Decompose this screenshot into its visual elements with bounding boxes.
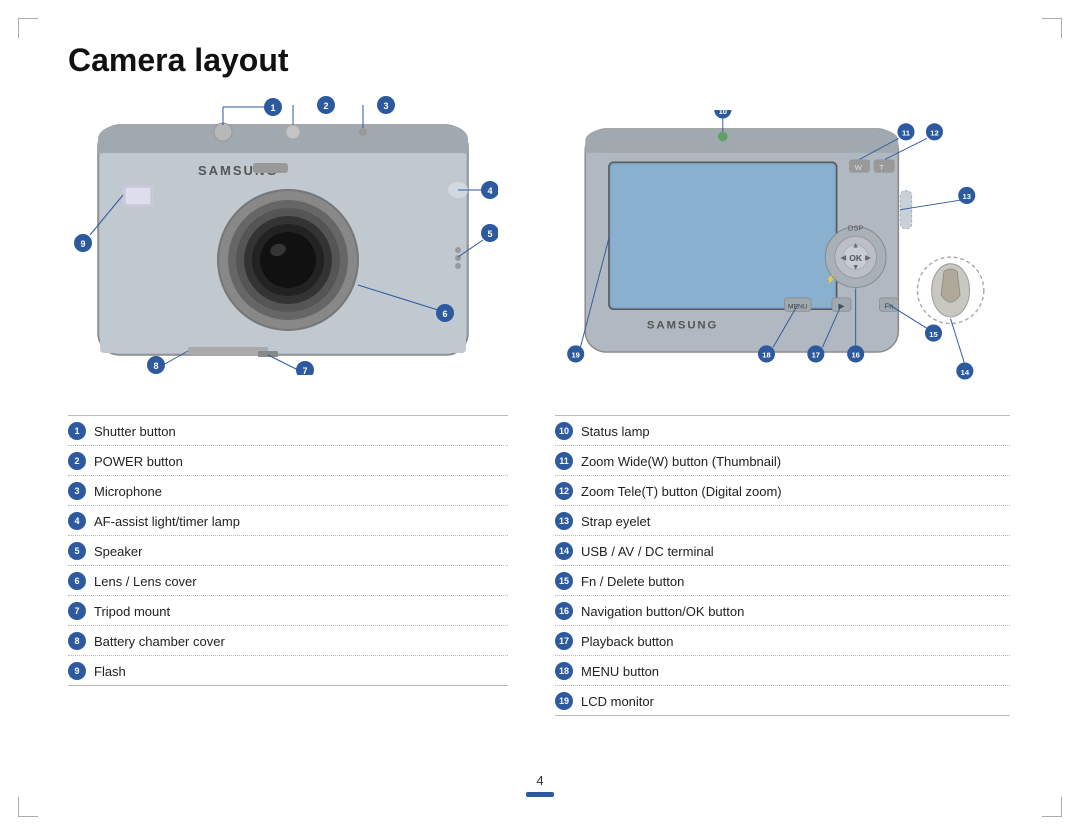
svg-text:T: T — [879, 163, 884, 172]
svg-text:4: 4 — [487, 186, 492, 196]
svg-text:2: 2 — [323, 101, 328, 111]
label-text: Navigation button/OK button — [581, 604, 744, 619]
svg-text:6: 6 — [442, 309, 447, 319]
svg-text:12: 12 — [930, 129, 938, 138]
camera-front-illustration: SAMSUNG 1 2 3 — [68, 95, 498, 375]
label-text: AF-assist light/timer lamp — [94, 514, 240, 529]
svg-text:▼: ▼ — [852, 262, 860, 271]
svg-text:10: 10 — [719, 110, 727, 116]
svg-text:18: 18 — [762, 351, 770, 360]
label-row: 14 USB / AV / DC terminal — [555, 536, 1010, 566]
label-badge: 3 — [68, 482, 86, 500]
label-badge: 4 — [68, 512, 86, 530]
label-badge: 8 — [68, 632, 86, 650]
label-badge: 16 — [555, 602, 573, 620]
label-badge: 5 — [68, 542, 86, 560]
page-number-text: 4 — [536, 773, 543, 788]
label-badge: 7 — [68, 602, 86, 620]
label-row: 11 Zoom Wide(W) button (Thumbnail) — [555, 446, 1010, 476]
label-text: Zoom Wide(W) button (Thumbnail) — [581, 454, 781, 469]
label-badge: 14 — [555, 542, 573, 560]
svg-text:15: 15 — [929, 330, 937, 339]
svg-text:1: 1 — [270, 103, 275, 113]
label-row: 3 Microphone — [68, 476, 508, 506]
svg-text:W: W — [855, 163, 863, 172]
label-row: 9 Flash — [68, 656, 508, 686]
label-text: Tripod mount — [94, 604, 170, 619]
label-text: Lens / Lens cover — [94, 574, 197, 589]
label-badge: 10 — [555, 422, 573, 440]
svg-text:8: 8 — [153, 361, 158, 371]
page-title: Camera layout — [68, 42, 289, 79]
label-row: 16 Navigation button/OK button — [555, 596, 1010, 626]
label-row: 8 Battery chamber cover — [68, 626, 508, 656]
label-badge: 11 — [555, 452, 573, 470]
label-badge: 1 — [68, 422, 86, 440]
svg-text:Fn: Fn — [884, 301, 893, 310]
label-row: 7 Tripod mount — [68, 596, 508, 626]
label-text: LCD monitor — [581, 694, 654, 709]
label-text: Speaker — [94, 544, 142, 559]
svg-text:13: 13 — [963, 192, 971, 201]
label-badge: 2 — [68, 452, 86, 470]
svg-text:11: 11 — [902, 129, 910, 138]
svg-text:14: 14 — [961, 368, 970, 377]
svg-text:SAMSUNG: SAMSUNG — [647, 319, 718, 331]
svg-text:DSP: DSP — [848, 224, 864, 233]
label-row: 19 LCD monitor — [555, 686, 1010, 716]
corner-mark-br — [1042, 797, 1062, 817]
svg-text:OK: OK — [849, 253, 863, 263]
svg-text:16: 16 — [851, 351, 859, 360]
label-text: Flash — [94, 664, 126, 679]
page-bar — [526, 792, 554, 797]
label-row: 5 Speaker — [68, 536, 508, 566]
label-text: Status lamp — [581, 424, 650, 439]
label-text: Fn / Delete button — [581, 574, 684, 589]
labels-left: 1 Shutter button 2 POWER button 3 Microphone 4… — [68, 415, 508, 686]
label-badge: 18 — [555, 662, 573, 680]
label-text: POWER button — [94, 454, 183, 469]
svg-text:3: 3 — [383, 101, 388, 111]
label-row: 12 Zoom Tele(T) button (Digital zoom) — [555, 476, 1010, 506]
label-row: 10 Status lamp — [555, 415, 1010, 446]
svg-text:MENU: MENU — [788, 303, 808, 310]
corner-mark-tl — [18, 18, 38, 38]
page-number: 4 — [526, 773, 554, 797]
label-text: USB / AV / DC terminal — [581, 544, 714, 559]
svg-text:5: 5 — [487, 229, 492, 239]
label-row: 4 AF-assist light/timer lamp — [68, 506, 508, 536]
corner-mark-bl — [18, 797, 38, 817]
svg-text:9: 9 — [80, 239, 85, 249]
label-text: Playback button — [581, 634, 674, 649]
label-text: Shutter button — [94, 424, 176, 439]
label-row: 1 Shutter button — [68, 415, 508, 446]
label-text: Strap eyelet — [581, 514, 650, 529]
label-badge: 13 — [555, 512, 573, 530]
label-badge: 15 — [555, 572, 573, 590]
svg-text:▲: ▲ — [852, 241, 860, 250]
label-badge: 17 — [555, 632, 573, 650]
label-row: 15 Fn / Delete button — [555, 566, 1010, 596]
label-badge: 12 — [555, 482, 573, 500]
label-row: 2 POWER button — [68, 446, 508, 476]
svg-text:17: 17 — [812, 351, 820, 360]
label-row: 13 Strap eyelet — [555, 506, 1010, 536]
label-row: 18 MENU button — [555, 656, 1010, 686]
label-text: MENU button — [581, 664, 659, 679]
label-badge: 19 — [555, 692, 573, 710]
camera-back-illustration: SAMSUNG W T OK DSP ▲ ▼ ◀ ▶ ⚡ ▶ Fn MENU — [560, 110, 990, 390]
label-badge: 6 — [68, 572, 86, 590]
labels-right: 10 Status lamp 11 Zoom Wide(W) button (Thum… — [555, 415, 1010, 716]
label-text: Zoom Tele(T) button (Digital zoom) — [581, 484, 782, 499]
label-badge: 9 — [68, 662, 86, 680]
svg-text:⚡: ⚡ — [826, 274, 837, 285]
label-text: Battery chamber cover — [94, 634, 225, 649]
label-text: Microphone — [94, 484, 162, 499]
svg-text:7: 7 — [302, 366, 307, 375]
svg-text:19: 19 — [571, 351, 579, 360]
corner-mark-tr — [1042, 18, 1062, 38]
label-row: 6 Lens / Lens cover — [68, 566, 508, 596]
label-row: 17 Playback button — [555, 626, 1010, 656]
